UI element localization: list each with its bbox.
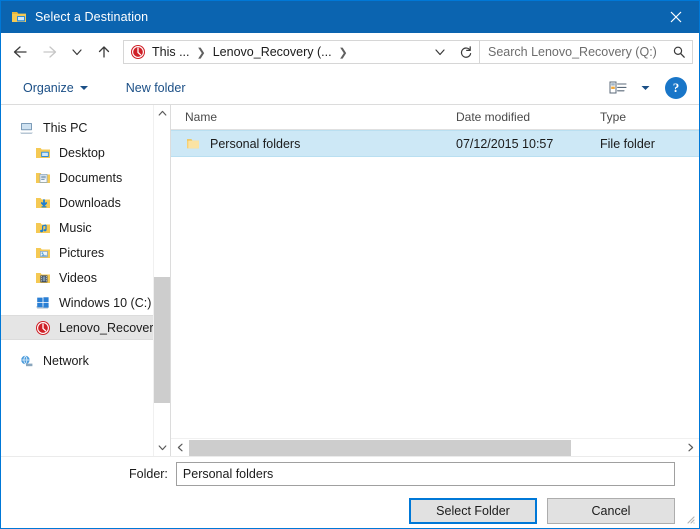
organize-label: Organize — [23, 81, 74, 95]
address-bar: This ... ❯ Lenovo_Recovery (... ❯ — [1, 33, 699, 71]
view-options-icon[interactable] — [603, 76, 633, 100]
documents-icon — [35, 170, 51, 186]
select-destination-dialog: Select a Destination — [0, 0, 700, 529]
resize-grip[interactable] — [684, 513, 696, 525]
folder-input[interactable]: Personal folders — [176, 462, 675, 486]
sidebar-item-windows-drive[interactable]: Windows 10 (C:) — [1, 290, 170, 315]
lenovo-recovery-drive-icon — [130, 44, 146, 60]
breadcrumb-item-lenovo-recovery[interactable]: Lenovo_Recovery (... — [211, 45, 334, 59]
file-list-horizontal-scrollbar[interactable] — [171, 438, 699, 456]
chevron-down-icon[interactable] — [635, 76, 655, 100]
breadcrumb-separator[interactable]: ❯ — [192, 46, 211, 59]
file-name-label: Personal folders — [210, 137, 300, 151]
new-folder-button[interactable]: New folder — [118, 77, 194, 99]
videos-icon — [35, 270, 51, 286]
sidebar-item-label: This PC — [43, 121, 87, 135]
command-toolbar: Organize New folder ? — [1, 71, 699, 105]
forward-arrow-icon — [35, 38, 65, 66]
folder-icon — [185, 136, 201, 152]
breadcrumb-separator[interactable]: ❯ — [334, 46, 353, 59]
column-header-date-modified[interactable]: Date modified — [456, 110, 600, 124]
sidebar-item-label: Windows 10 (C:) — [59, 296, 151, 310]
window-title: Select a Destination — [35, 10, 148, 24]
up-arrow-icon[interactable] — [89, 38, 119, 66]
sidebar-item-videos[interactable]: Videos — [1, 265, 170, 290]
desktop-icon — [35, 145, 51, 161]
folder-label: Folder: — [129, 467, 168, 481]
scroll-left-arrow-icon[interactable] — [171, 439, 189, 457]
file-name-cell: Personal folders — [171, 136, 456, 152]
music-icon — [35, 220, 51, 236]
back-arrow-icon[interactable] — [5, 38, 35, 66]
sidebar-item-documents[interactable]: Documents — [1, 165, 170, 190]
sidebar-item-label: Network — [43, 354, 89, 368]
chevron-down-icon — [80, 86, 88, 90]
dialog-body: This PC Desktop — [1, 105, 699, 456]
scroll-up-arrow-icon[interactable] — [154, 105, 171, 122]
chevron-down-icon[interactable] — [427, 41, 453, 63]
table-row[interactable]: Personal folders 07/12/2015 10:57 File f… — [171, 130, 699, 157]
sidebar-item-music[interactable]: Music — [1, 215, 170, 240]
sidebar-item-label: Pictures — [59, 246, 104, 260]
scroll-thumb[interactable] — [154, 277, 171, 403]
help-label: ? — [673, 80, 680, 96]
scroll-down-arrow-icon[interactable] — [154, 439, 171, 456]
downloads-icon — [35, 195, 51, 211]
dialog-footer: Folder: Personal folders Select Folder C… — [1, 456, 699, 528]
sidebar-item-network[interactable]: Network — [1, 348, 170, 373]
windows-drive-icon — [35, 295, 51, 311]
breadcrumb[interactable]: This ... ❯ Lenovo_Recovery (... ❯ — [123, 40, 480, 64]
file-rows: Personal folders 07/12/2015 10:57 File f… — [171, 130, 699, 438]
recent-locations-chevron-icon[interactable] — [65, 38, 89, 66]
this-pc-icon — [19, 120, 35, 136]
sidebar-item-this-pc[interactable]: This PC — [1, 115, 170, 140]
organize-button[interactable]: Organize — [15, 77, 96, 99]
sidebar-item-pictures[interactable]: Pictures — [1, 240, 170, 265]
sidebar-item-label: Lenovo_Recovery — [59, 321, 160, 335]
new-folder-label: New folder — [126, 81, 186, 95]
file-list-pane: Name Date modified Type Person — [170, 105, 699, 456]
refresh-icon[interactable] — [453, 41, 479, 63]
file-date-cell: 07/12/2015 10:57 — [456, 137, 600, 151]
recovery-drive-icon — [35, 320, 51, 336]
search-input[interactable]: Search Lenovo_Recovery (Q:) — [480, 45, 666, 59]
button-row: Select Folder Cancel — [15, 498, 685, 524]
scroll-track[interactable] — [154, 122, 171, 439]
scroll-right-arrow-icon[interactable] — [681, 439, 699, 457]
scroll-track[interactable] — [189, 439, 681, 457]
sidebar-item-label: Videos — [59, 271, 97, 285]
title-bar: Select a Destination — [1, 1, 699, 33]
navigation-pane: This PC Desktop — [1, 105, 170, 456]
scroll-thumb[interactable] — [189, 440, 571, 456]
column-header-type[interactable]: Type — [600, 110, 699, 124]
network-icon — [19, 353, 35, 369]
sidebar-item-label: Music — [59, 221, 92, 235]
search-icon[interactable] — [666, 45, 692, 59]
pictures-icon — [35, 245, 51, 261]
file-type-cell: File folder — [600, 137, 699, 151]
cancel-button[interactable]: Cancel — [547, 498, 675, 524]
help-icon[interactable]: ? — [665, 77, 687, 99]
sidebar-item-label: Downloads — [59, 196, 121, 210]
sidebar-item-label: Desktop — [59, 146, 105, 160]
column-header-name[interactable]: Name — [171, 110, 456, 124]
save-destination-folder-icon — [11, 9, 27, 25]
close-button[interactable] — [653, 1, 699, 33]
sidebar-item-downloads[interactable]: Downloads — [1, 190, 170, 215]
sidebar-vertical-scrollbar[interactable] — [153, 105, 170, 456]
search-box[interactable]: Search Lenovo_Recovery (Q:) — [480, 40, 693, 64]
sidebar-item-desktop[interactable]: Desktop — [1, 140, 170, 165]
column-headers: Name Date modified Type — [171, 105, 699, 130]
sidebar-item-label: Documents — [59, 171, 122, 185]
folder-row: Folder: Personal folders — [15, 462, 685, 486]
navigation-tree: This PC Desktop — [1, 105, 170, 373]
sidebar-item-lenovo-recovery[interactable]: Lenovo_Recovery — [1, 315, 170, 340]
breadcrumb-item-this-pc[interactable]: This ... — [150, 45, 192, 59]
select-folder-button[interactable]: Select Folder — [409, 498, 537, 524]
